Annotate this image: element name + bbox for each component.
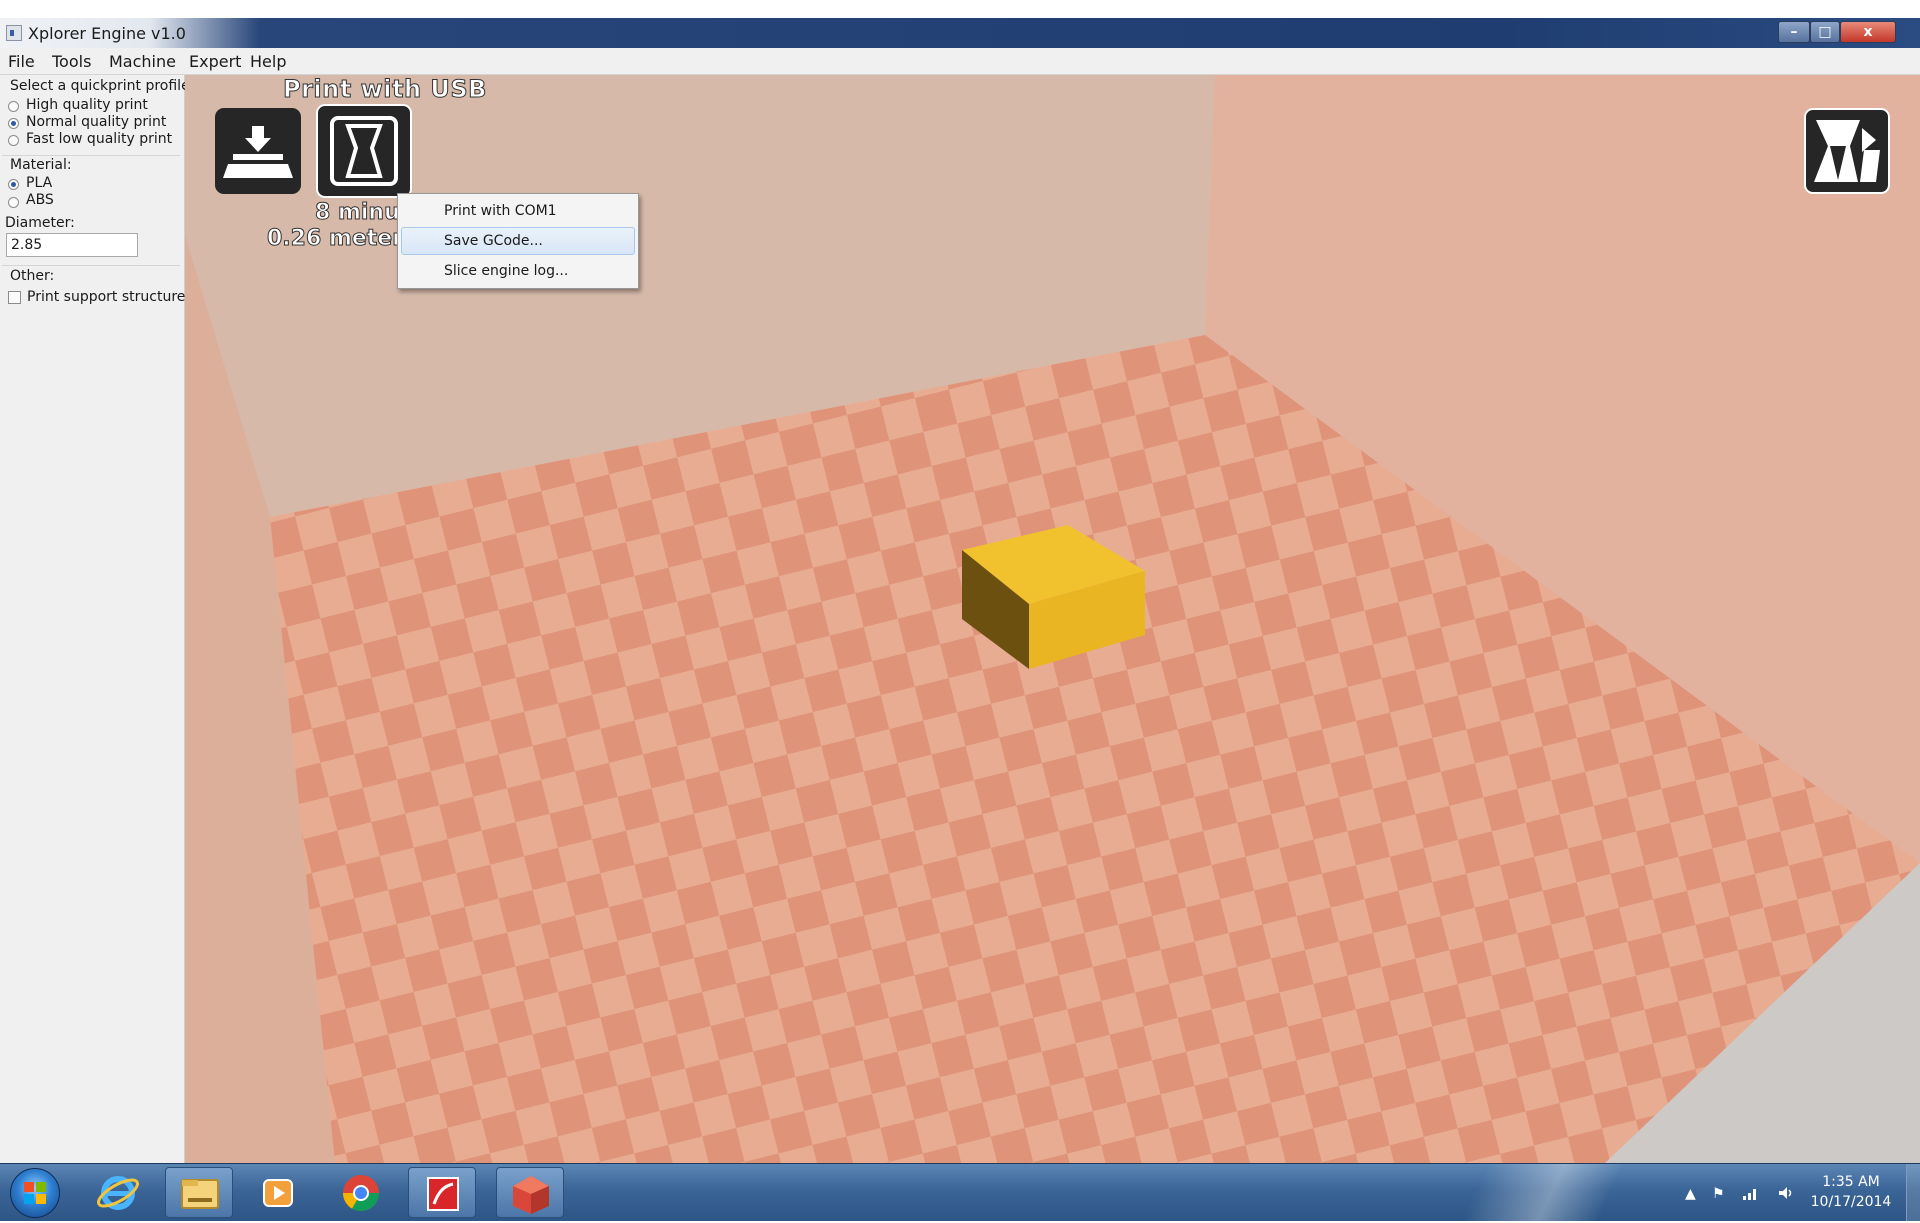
windows-logo-icon	[24, 1182, 46, 1204]
menu-item-save-gcode[interactable]: Save GCode...	[401, 227, 635, 255]
volume-icon[interactable]	[1778, 1186, 1794, 1204]
menu-machine[interactable]: Machine	[109, 52, 176, 71]
support-label[interactable]: Print support structure	[27, 289, 185, 305]
xplorer-engine-icon	[513, 1176, 549, 1214]
internet-explorer-icon	[97, 1176, 139, 1210]
other-heading: Other:	[10, 268, 55, 284]
maximize-button[interactable]: □	[1810, 21, 1840, 43]
show-desktop-button[interactable]	[1906, 1164, 1920, 1221]
radio-normal-quality[interactable]	[8, 118, 19, 129]
print-usb-button[interactable]	[316, 104, 412, 198]
action-center-flag-icon[interactable]: ⚑	[1712, 1186, 1725, 1202]
clock-time[interactable]: 1:35 AM	[1806, 1174, 1896, 1190]
divider	[2, 265, 180, 266]
taskbar-pdf-app[interactable]	[408, 1167, 476, 1218]
material-label-abs[interactable]: ABS	[26, 192, 54, 208]
material-heading: Material:	[10, 157, 72, 173]
menu-file[interactable]: File	[8, 52, 35, 71]
title-bar[interactable]: Xplorer Engine v1.0 – □ x	[0, 18, 1920, 48]
radio-high-quality[interactable]	[8, 101, 19, 112]
show-hidden-icons-arrow[interactable]: ▲	[1685, 1186, 1696, 1202]
support-checkbox[interactable]	[8, 291, 21, 304]
menu-expert[interactable]: Expert	[189, 52, 241, 71]
load-model-icon	[223, 126, 293, 178]
profile-label-normal[interactable]: Normal quality print	[26, 114, 166, 130]
taskbar-media-player[interactable]	[246, 1167, 314, 1218]
load-model-button[interactable]	[215, 108, 301, 194]
diameter-input[interactable]	[6, 233, 138, 257]
menu-bar: File Tools Machine Expert Help	[0, 48, 1920, 75]
taskbar-xplorer-engine[interactable]	[496, 1167, 564, 1218]
material-label-pla[interactable]: PLA	[26, 175, 52, 191]
close-button[interactable]: x	[1840, 21, 1896, 43]
settings-sidebar: Select a quickprint profile: High qualit…	[0, 75, 194, 1163]
view-mode-icon	[1814, 120, 1880, 182]
taskbar-chrome[interactable]	[327, 1167, 395, 1218]
clock-date[interactable]: 10/17/2014	[1806, 1194, 1896, 1210]
taskbar-internet-explorer[interactable]	[84, 1167, 152, 1218]
radio-fast-quality[interactable]	[8, 135, 19, 146]
menu-item-print-com1[interactable]: Print with COM1	[401, 197, 635, 225]
print-usb-icon	[330, 116, 398, 186]
diameter-label: Diameter:	[5, 215, 75, 231]
media-player-icon	[263, 1179, 293, 1207]
minimize-button[interactable]: –	[1778, 21, 1810, 43]
profile-label-high[interactable]: High quality print	[26, 97, 148, 113]
radio-abs[interactable]	[8, 197, 19, 208]
taskbar-file-explorer[interactable]	[165, 1167, 233, 1218]
print-time-estimate: 8 minut	[314, 200, 411, 226]
taskbar: ▲ ⚑ 1:35 AM 10/17/2014	[0, 1163, 1920, 1221]
network-signal-icon[interactable]	[1742, 1186, 1760, 1204]
profile-heading: Select a quickprint profile:	[10, 78, 195, 94]
print-context-menu: Print with COM1 Save GCode... Slice engi…	[397, 193, 639, 289]
menu-help[interactable]: Help	[250, 52, 286, 71]
divider	[2, 155, 180, 156]
window-title: Xplorer Engine v1.0	[28, 24, 186, 43]
print-with-usb-label: Print with USB	[283, 75, 487, 104]
radio-pla[interactable]	[8, 179, 19, 190]
profile-label-fast[interactable]: Fast low quality print	[26, 131, 172, 147]
top-strip	[0, 0, 1920, 18]
view-mode-button[interactable]	[1804, 108, 1890, 194]
file-explorer-icon	[181, 1179, 219, 1209]
app-icon[interactable]	[6, 25, 22, 41]
pdf-app-icon	[427, 1177, 459, 1211]
start-button[interactable]	[10, 1168, 60, 1218]
menu-item-slice-log[interactable]: Slice engine log...	[401, 257, 635, 285]
chrome-icon	[343, 1175, 379, 1212]
menu-tools[interactable]: Tools	[52, 52, 91, 71]
taskbar-reflection	[1360, 1164, 1760, 1221]
